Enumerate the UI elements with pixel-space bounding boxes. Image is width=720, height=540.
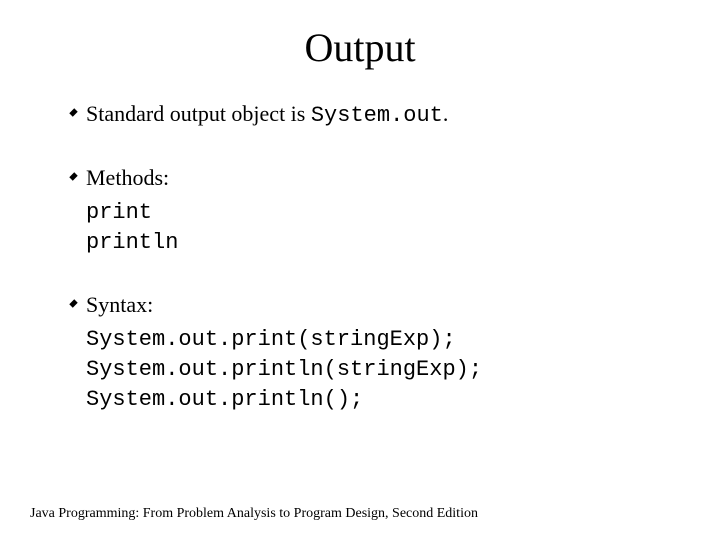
bullet-text: Methods:: [86, 163, 169, 193]
slide: Output Standard output object is System.…: [0, 0, 720, 540]
bullet-row: Standard output object is System.out.: [60, 99, 660, 131]
bullet-text: Syntax:: [86, 290, 153, 320]
syntax-line: System.out.println(stringExp);: [86, 355, 660, 385]
syntax-line: System.out.print(stringExp);: [86, 325, 660, 355]
slide-title: Output: [60, 24, 660, 71]
footer-text: Java Programming: From Problem Analysis …: [30, 506, 478, 522]
bullet-group-2: Methods: print println: [60, 163, 660, 258]
code-span: System.out: [311, 103, 443, 128]
diamond-bullet-icon: [60, 99, 86, 116]
bullet-row: Syntax:: [60, 290, 660, 320]
bullet-group-1: Standard output object is System.out.: [60, 99, 660, 131]
text-span: Standard output object is: [86, 101, 311, 126]
syntax-line: System.out.println();: [86, 385, 660, 415]
bullet-row: Methods:: [60, 163, 660, 193]
bullet-group-3: Syntax: System.out.print(stringExp); Sys…: [60, 290, 660, 415]
bullet-text: Standard output object is System.out.: [86, 99, 448, 131]
diamond-bullet-icon: [60, 163, 86, 180]
method-line: print: [86, 198, 660, 228]
text-span: .: [443, 101, 449, 126]
method-line: println: [86, 228, 660, 258]
diamond-bullet-icon: [60, 290, 86, 307]
